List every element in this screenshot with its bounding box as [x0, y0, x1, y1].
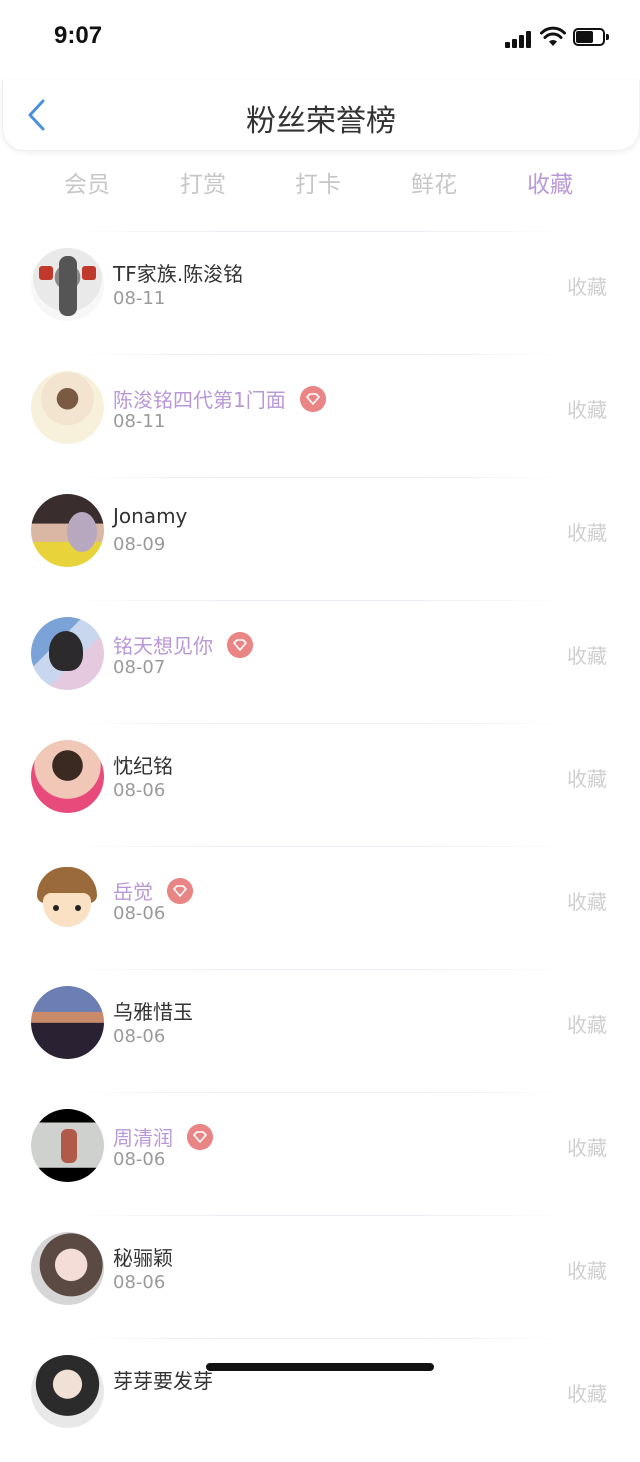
favorite-label: 收藏	[567, 767, 607, 791]
fan-name: 忱纪铭	[113, 754, 173, 778]
fan-name: 芽芽要发芽	[113, 1369, 213, 1393]
status-time: 9:07	[54, 22, 103, 49]
list-item[interactable]: 忱纪铭 08-06 收藏	[0, 724, 640, 847]
wifi-icon	[540, 26, 566, 46]
fan-date: 08-06	[113, 780, 166, 801]
avatar[interactable]	[31, 248, 104, 321]
favorite-label: 收藏	[567, 1136, 607, 1160]
favorite-label: 收藏	[567, 521, 607, 545]
navigation-bar: 粉丝荣誉榜	[2, 80, 640, 151]
list-item[interactable]: 乌雅惜玉 08-06 收藏	[0, 970, 640, 1093]
diamond-vip-icon	[167, 878, 194, 904]
favorite-label: 收藏	[567, 1382, 607, 1406]
tab-flowers[interactable]: 鲜花	[376, 165, 492, 199]
list-item[interactable]: 铭天想见你 08-07 收藏	[0, 601, 640, 724]
page-title: 粉丝荣誉榜	[246, 104, 396, 139]
category-tabs: 会员 打赏 打卡 鲜花 收藏	[0, 165, 640, 205]
fan-name: 陈浚铭四代第1门面	[113, 381, 327, 413]
fan-date: 08-06	[113, 1272, 166, 1293]
cellular-signal-icon	[505, 30, 533, 48]
fan-name: 乌雅惜玉	[113, 1000, 193, 1024]
diamond-vip-icon	[300, 386, 327, 412]
tab-reward[interactable]: 打赏	[145, 165, 261, 199]
fan-name-text: 陈浚铭四代第1门面	[113, 388, 286, 412]
avatar[interactable]	[31, 740, 104, 813]
avatar[interactable]	[31, 863, 104, 936]
favorite-label: 收藏	[567, 1013, 607, 1037]
avatar[interactable]	[31, 371, 104, 444]
tab-member[interactable]: 会员	[29, 165, 145, 199]
fan-date: 08-07	[113, 657, 166, 678]
list-item[interactable]: 岳觉 08-06 收藏	[0, 847, 640, 970]
list-item[interactable]: TF家族.陈浚铭 08-11 收藏	[0, 232, 640, 355]
list-item[interactable]: Jonamy 08-09 收藏	[0, 478, 640, 601]
fan-name-text: 周清润	[113, 1126, 173, 1150]
list-item[interactable]: 芽芽要发芽 收藏	[0, 1339, 640, 1462]
avatar[interactable]	[31, 494, 104, 567]
fan-date: 08-06	[113, 1149, 166, 1170]
fan-name: Jonamy	[113, 504, 188, 528]
fan-date: 08-06	[113, 903, 166, 924]
fan-name: TF家族.陈浚铭	[113, 262, 244, 286]
diamond-vip-icon	[187, 1124, 214, 1150]
fan-name: 周清润	[113, 1119, 214, 1151]
fan-name: 秘骊颖	[113, 1246, 173, 1270]
battery-icon	[573, 28, 609, 46]
list-item[interactable]: 陈浚铭四代第1门面 08-11 收藏	[0, 355, 640, 478]
fan-name-text: 岳觉	[113, 880, 153, 904]
favorite-label: 收藏	[567, 644, 607, 668]
fan-date: 08-09	[113, 534, 166, 555]
diamond-vip-icon	[227, 632, 254, 658]
fan-name: 铭天想见你	[113, 627, 254, 659]
fan-name: 岳觉	[113, 873, 194, 905]
tab-favorites[interactable]: 收藏	[492, 165, 608, 199]
avatar[interactable]	[31, 1232, 104, 1305]
list-item[interactable]: 秘骊颖 08-06 收藏	[0, 1216, 640, 1339]
avatar[interactable]	[31, 986, 104, 1059]
favorite-label: 收藏	[567, 1259, 607, 1283]
avatar[interactable]	[31, 1109, 104, 1182]
favorite-label: 收藏	[567, 275, 607, 299]
status-bar: 9:07	[0, 0, 640, 80]
fan-date: 08-06	[113, 1026, 166, 1047]
list-item[interactable]: 周清润 08-06 收藏	[0, 1093, 640, 1216]
tab-checkin[interactable]: 打卡	[260, 165, 376, 199]
fan-name-text: 铭天想见你	[113, 634, 213, 658]
favorite-label: 收藏	[567, 890, 607, 914]
avatar[interactable]	[31, 1355, 104, 1428]
fan-date: 08-11	[113, 411, 166, 432]
fan-date: 08-11	[113, 288, 166, 309]
avatar[interactable]	[31, 617, 104, 690]
favorite-label: 收藏	[567, 398, 607, 422]
home-indicator	[206, 1363, 434, 1371]
